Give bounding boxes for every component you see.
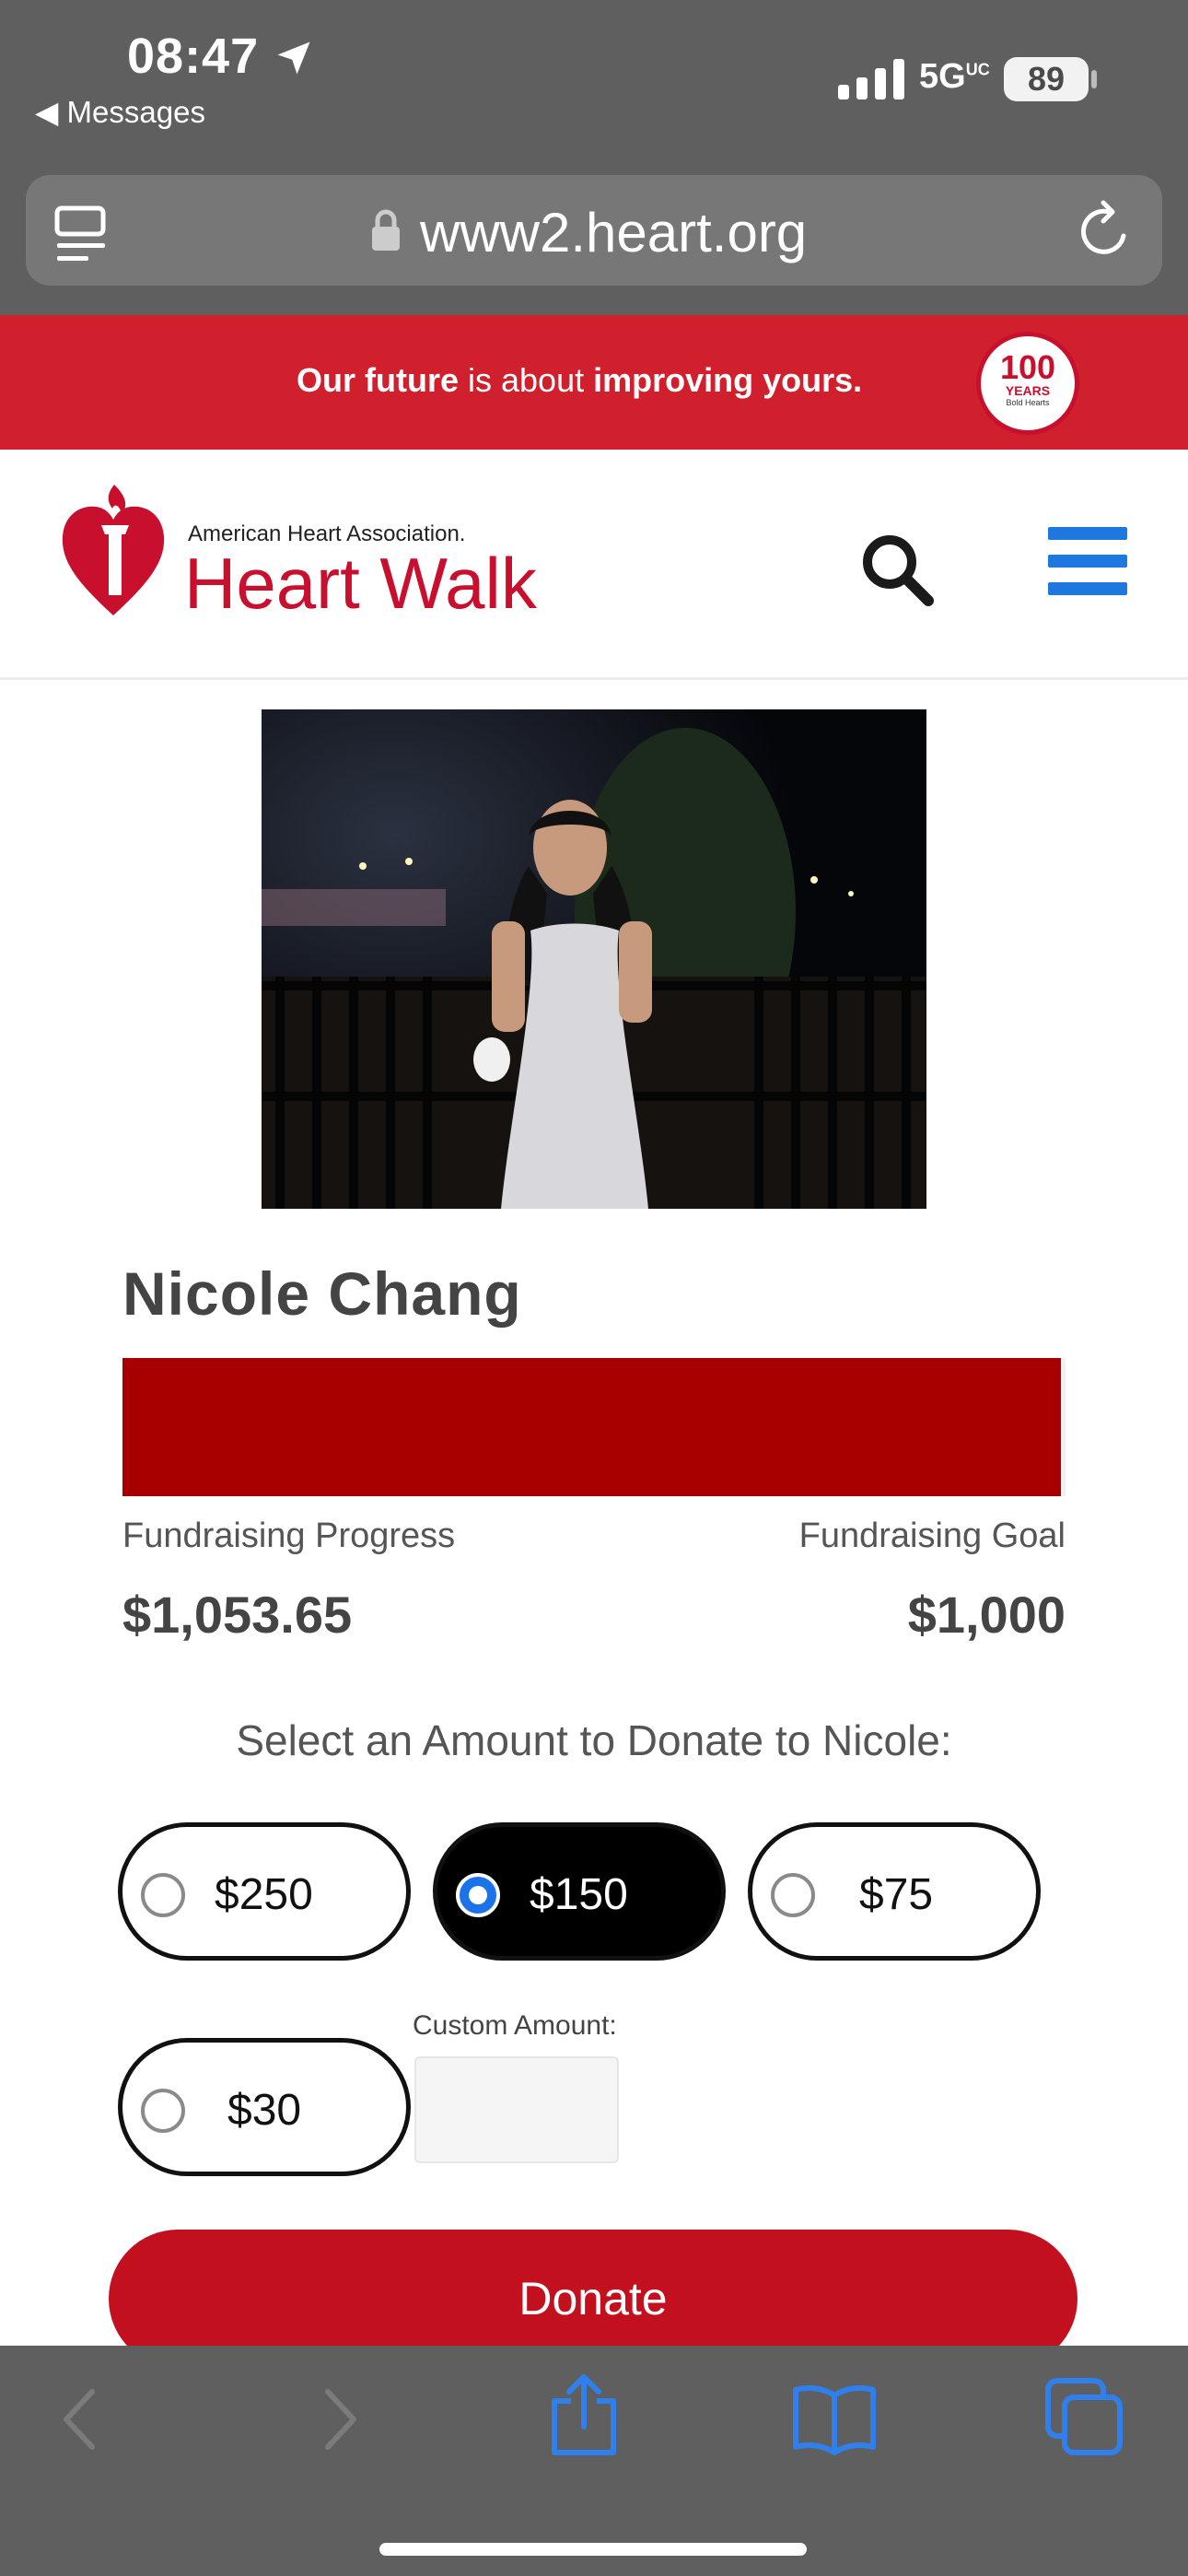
badge-subtitle: Bold Hearts xyxy=(1006,398,1050,407)
banner-slogan-mid: is about xyxy=(459,361,594,399)
back-to-app-link[interactable]: ◀ Messages xyxy=(35,94,205,130)
radio-button[interactable] xyxy=(771,1873,815,1917)
network-label: 5G xyxy=(919,57,966,96)
badge-number: 100 xyxy=(999,348,1056,386)
participant-photo-image xyxy=(262,709,926,1209)
battery-indicator: 89 xyxy=(1004,57,1089,101)
page-menu-icon[interactable] xyxy=(53,205,109,265)
back-arrow-icon[interactable] xyxy=(53,2383,109,2456)
amount-option-150[interactable]: $150 xyxy=(433,1822,726,1961)
location-arrow-icon xyxy=(277,41,310,75)
fundraising-progress-bar xyxy=(122,1358,1066,1496)
amount-label: $30 xyxy=(227,2086,302,2135)
menu-bar-2 xyxy=(1048,555,1127,568)
home-indicator[interactable] xyxy=(379,2543,807,2556)
menu-bar-3 xyxy=(1048,582,1127,595)
custom-amount-label: Custom Amount: xyxy=(413,2010,617,2041)
banner-slogan-bold-1: Our future xyxy=(297,361,459,399)
participant-photo xyxy=(262,709,926,1209)
banner-slogan-bold-2: improving yours. xyxy=(593,361,863,399)
share-icon[interactable] xyxy=(549,2373,619,2456)
network-type: 5GUC xyxy=(919,57,990,97)
participant-name: Nicole Chang xyxy=(122,1259,522,1328)
address-bar[interactable]: www2.heart.org xyxy=(26,175,1162,286)
centennial-badge: 100 YEARS Bold Hearts xyxy=(976,332,1079,435)
network-suffix: UC xyxy=(965,60,990,79)
reload-icon[interactable] xyxy=(1076,199,1135,262)
goal-label: Fundraising Goal xyxy=(798,1516,1066,1555)
browser-toolbar xyxy=(0,2346,1188,2576)
amount-label: $250 xyxy=(215,1870,313,1919)
tabs-icon[interactable] xyxy=(1044,2377,1124,2456)
raised-amount: $1,053.65 xyxy=(122,1586,353,1644)
heart-torch-logo-icon[interactable] xyxy=(61,477,166,617)
forward-arrow-icon[interactable] xyxy=(311,2383,367,2456)
donate-prompt: Select an Amount to Donate to Nicole: xyxy=(236,1716,952,1764)
amount-label: $75 xyxy=(859,1870,934,1919)
url-text[interactable]: www2.heart.org xyxy=(420,201,807,264)
badge-years: YEARS xyxy=(1005,383,1051,398)
custom-amount-input[interactable] xyxy=(414,2056,619,2163)
radio-button[interactable] xyxy=(141,1873,185,1917)
amount-option-30[interactable]: $30 xyxy=(118,2038,411,2176)
amount-option-75[interactable]: $75 xyxy=(748,1822,1041,1961)
battery-nub xyxy=(1091,70,1097,88)
fundraising-progress-fill xyxy=(122,1358,1061,1496)
radio-button[interactable] xyxy=(141,2089,185,2133)
site-header: American Heart Association. Heart Walk xyxy=(0,450,1188,680)
status-bar: 08:47 ◀ Messages 5GUC 89 xyxy=(0,0,1188,157)
event-name[interactable]: Heart Walk xyxy=(184,542,537,626)
radio-button[interactable] xyxy=(456,1873,500,1917)
amount-option-250[interactable]: $250 xyxy=(118,1822,411,1961)
amount-label: $150 xyxy=(530,1870,628,1919)
clock: 08:47 xyxy=(127,29,260,84)
menu-bar-1 xyxy=(1048,527,1127,540)
lock-icon xyxy=(372,209,400,251)
progress-label: Fundraising Progress xyxy=(122,1516,456,1555)
goal-amount: $1,000 xyxy=(907,1586,1066,1644)
banner-slogan: Our future is about improving yours. xyxy=(297,361,862,400)
bookmarks-icon[interactable] xyxy=(792,2383,877,2456)
cellular-signal-icon xyxy=(838,59,904,100)
search-icon[interactable] xyxy=(858,531,936,608)
browser-address-area: www2.heart.org xyxy=(0,157,1188,315)
hamburger-menu-icon[interactable] xyxy=(1048,527,1129,608)
campaign-banner[interactable]: Our future is about improving yours. 100… xyxy=(0,315,1188,450)
